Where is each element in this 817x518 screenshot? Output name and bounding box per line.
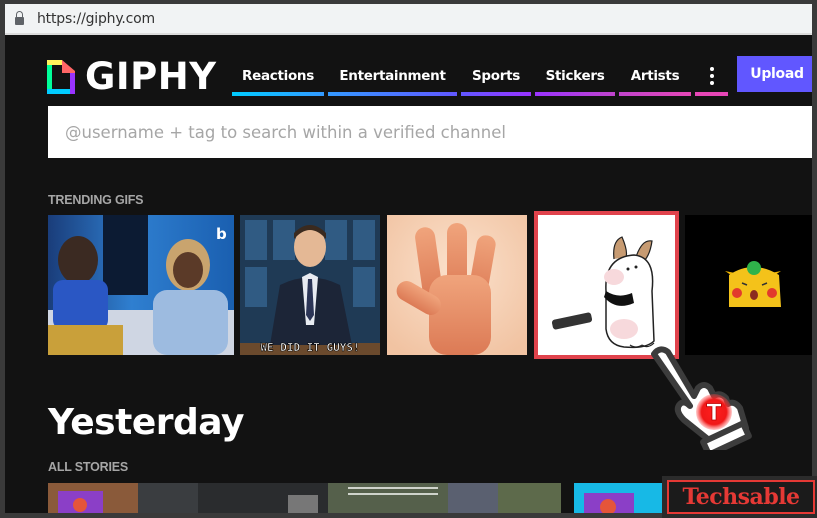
gif-tile[interactable] <box>685 215 812 355</box>
watermark: Techsable <box>662 476 817 518</box>
nav-underline <box>461 92 531 96</box>
nav-label: Artists <box>630 68 680 84</box>
giphy-wordmark: GIPHY <box>85 55 217 98</box>
nav-label: Entertainment <box>339 68 446 84</box>
gif-image-waving-hand <box>387 215 527 355</box>
nav-entertainment[interactable]: Entertainment <box>328 56 457 96</box>
nav-stickers[interactable]: Stickers <box>535 56 615 96</box>
gif-tile[interactable]: b <box>48 215 234 355</box>
gif-tile[interactable]: WE DID IT GUYS! <box>240 215 380 355</box>
nav-artists[interactable]: Artists <box>619 56 691 96</box>
nav-label: Sports <box>471 68 520 84</box>
nav-sports[interactable]: Sports <box>461 56 531 96</box>
search-bar[interactable] <box>48 106 812 158</box>
gif-badge: b <box>216 225 227 243</box>
giphy-logo-icon <box>47 60 75 94</box>
nav-underline <box>619 92 691 96</box>
main-nav: Reactions Entertainment Sports Stickers … <box>232 56 728 96</box>
watermark-text: Techsable <box>667 480 815 514</box>
gif-tile[interactable] <box>387 215 527 355</box>
nav-label: Stickers <box>545 68 605 84</box>
story-thumbnail <box>48 483 561 513</box>
trending-gifs-heading: TRENDING GIFS <box>48 193 144 207</box>
story-card[interactable] <box>48 483 561 513</box>
nav-reactions[interactable]: Reactions <box>232 56 324 96</box>
gif-image-dog-remote <box>534 211 679 359</box>
all-stories-heading: ALL STORIES <box>48 460 128 474</box>
gif-image-laughing-women: b <box>48 215 234 355</box>
gif-caption: WE DID IT GUYS! <box>260 341 359 354</box>
nav-underline <box>535 92 615 96</box>
nav-underline <box>328 92 457 96</box>
giphy-logo[interactable]: GIPHY <box>47 55 217 98</box>
upload-button[interactable]: Upload <box>737 56 812 92</box>
story-thumbnail <box>574 483 662 513</box>
yesterday-heading: Yesterday <box>48 402 244 443</box>
story-card[interactable] <box>574 483 662 513</box>
url-text[interactable]: https://giphy.com <box>37 11 155 27</box>
more-menu-button[interactable] <box>695 56 728 96</box>
lock-icon <box>15 10 24 25</box>
site-header: GIPHY Reactions Entertainment Sports Sti… <box>47 56 812 100</box>
nav-underline <box>232 92 324 96</box>
gif-image-surprised-pikachu <box>685 215 812 355</box>
cursor-badge: T <box>706 401 721 426</box>
gif-tile-selected[interactable] <box>534 211 679 359</box>
gif-image-we-did-it: WE DID IT GUYS! <box>240 215 380 355</box>
address-bar[interactable]: https://giphy.com <box>5 4 812 35</box>
nav-underline <box>695 92 728 96</box>
more-vertical-icon <box>709 66 714 87</box>
search-input[interactable] <box>48 106 812 158</box>
pointing-hand-cursor-icon: T <box>651 346 752 450</box>
nav-label: Reactions <box>242 68 314 84</box>
